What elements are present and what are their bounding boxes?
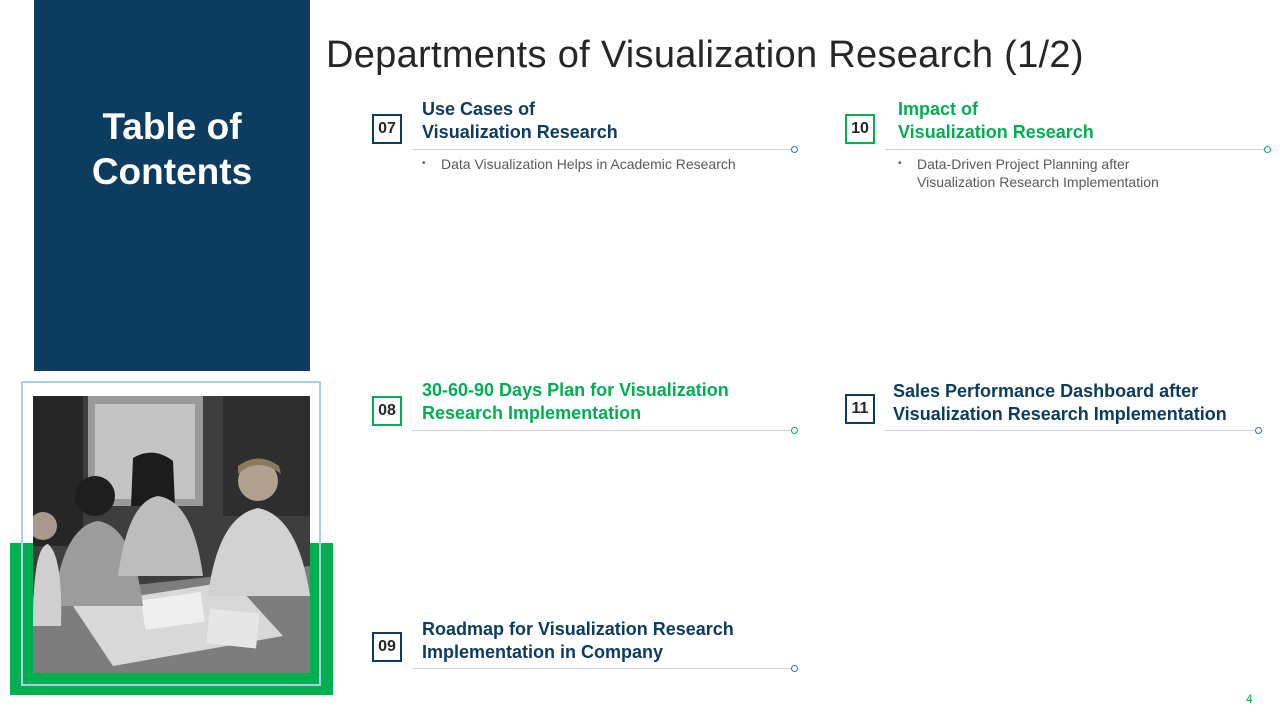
toc-item-07[interactable]: 07 Use Cases of Visualization Research D… [372,98,802,188]
item-title-line2: Visualization Research [898,122,1094,142]
item-title: Sales Performance Dashboard after Visual… [893,380,1227,426]
item-title: Roadmap for Visualization Research Imple… [422,618,734,664]
divider-end-dot-icon [1264,146,1271,153]
item-bullet-text-line2: Visualization Research Implementation [917,174,1159,190]
team-meeting-illustration [33,396,310,673]
toc-heading-line1: Table of [102,106,242,147]
item-number-box: 09 [372,632,402,662]
divider-end-dot-icon [791,427,798,434]
toc-heading: Table of Contents [34,104,310,194]
item-bullet: Data Visualization Helps in Academic Res… [422,155,736,173]
item-bullet: Data-Driven Project Planning after Visua… [898,155,1159,191]
divider-end-dot-icon [1255,427,1262,434]
toc-heading-line2: Contents [91,151,253,192]
item-title: Use Cases of Visualization Research [422,98,618,144]
item-title-line2: Visualization Research Implementation [893,404,1227,424]
item-divider [412,430,792,431]
item-bullet-text: Data Visualization Helps in Academic Res… [441,156,736,172]
slide-title: Departments of Visualization Research (1… [326,34,1084,76]
item-title-line1: Sales Performance Dashboard after [893,381,1199,401]
item-divider [412,668,792,669]
item-title-line2: Research Implementation [422,403,642,423]
item-number-box: 10 [845,114,875,144]
item-divider [412,149,792,150]
item-title-line1: 30-60-90 Days Plan for Visualization [422,380,729,400]
team-meeting-photo [33,396,310,673]
divider-end-dot-icon [791,665,798,672]
item-title-line1: Impact of [898,99,979,119]
item-title: Impact of Visualization Research [898,98,1094,144]
item-divider [885,149,1265,150]
item-bullet-text-line1: Data-Driven Project Planning after [917,156,1130,172]
item-number-box: 07 [372,114,402,144]
slide: Table of Contents Departments of Visuali… [0,0,1280,720]
item-divider [885,430,1257,431]
item-title-line2: Implementation in Company [422,642,664,662]
item-number-box: 08 [372,396,402,426]
toc-item-09[interactable]: 09 Roadmap for Visualization Research Im… [372,618,802,678]
divider-end-dot-icon [791,146,798,153]
page-number: 4 [1246,692,1253,706]
item-title-line2: Visualization Research [422,122,618,142]
item-title: 30-60-90 Days Plan for Visualization Res… [422,379,729,425]
toc-item-10[interactable]: 10 Impact of Visualization Research Data… [845,98,1275,198]
toc-item-11[interactable]: 11 Sales Performance Dashboard after Vis… [845,380,1275,440]
item-title-line1: Roadmap for Visualization Research [422,619,734,639]
item-number-box: 11 [845,394,875,424]
item-title-line1: Use Cases of [422,99,536,119]
toc-item-08[interactable]: 08 30-60-90 Days Plan for Visualization … [372,379,802,439]
